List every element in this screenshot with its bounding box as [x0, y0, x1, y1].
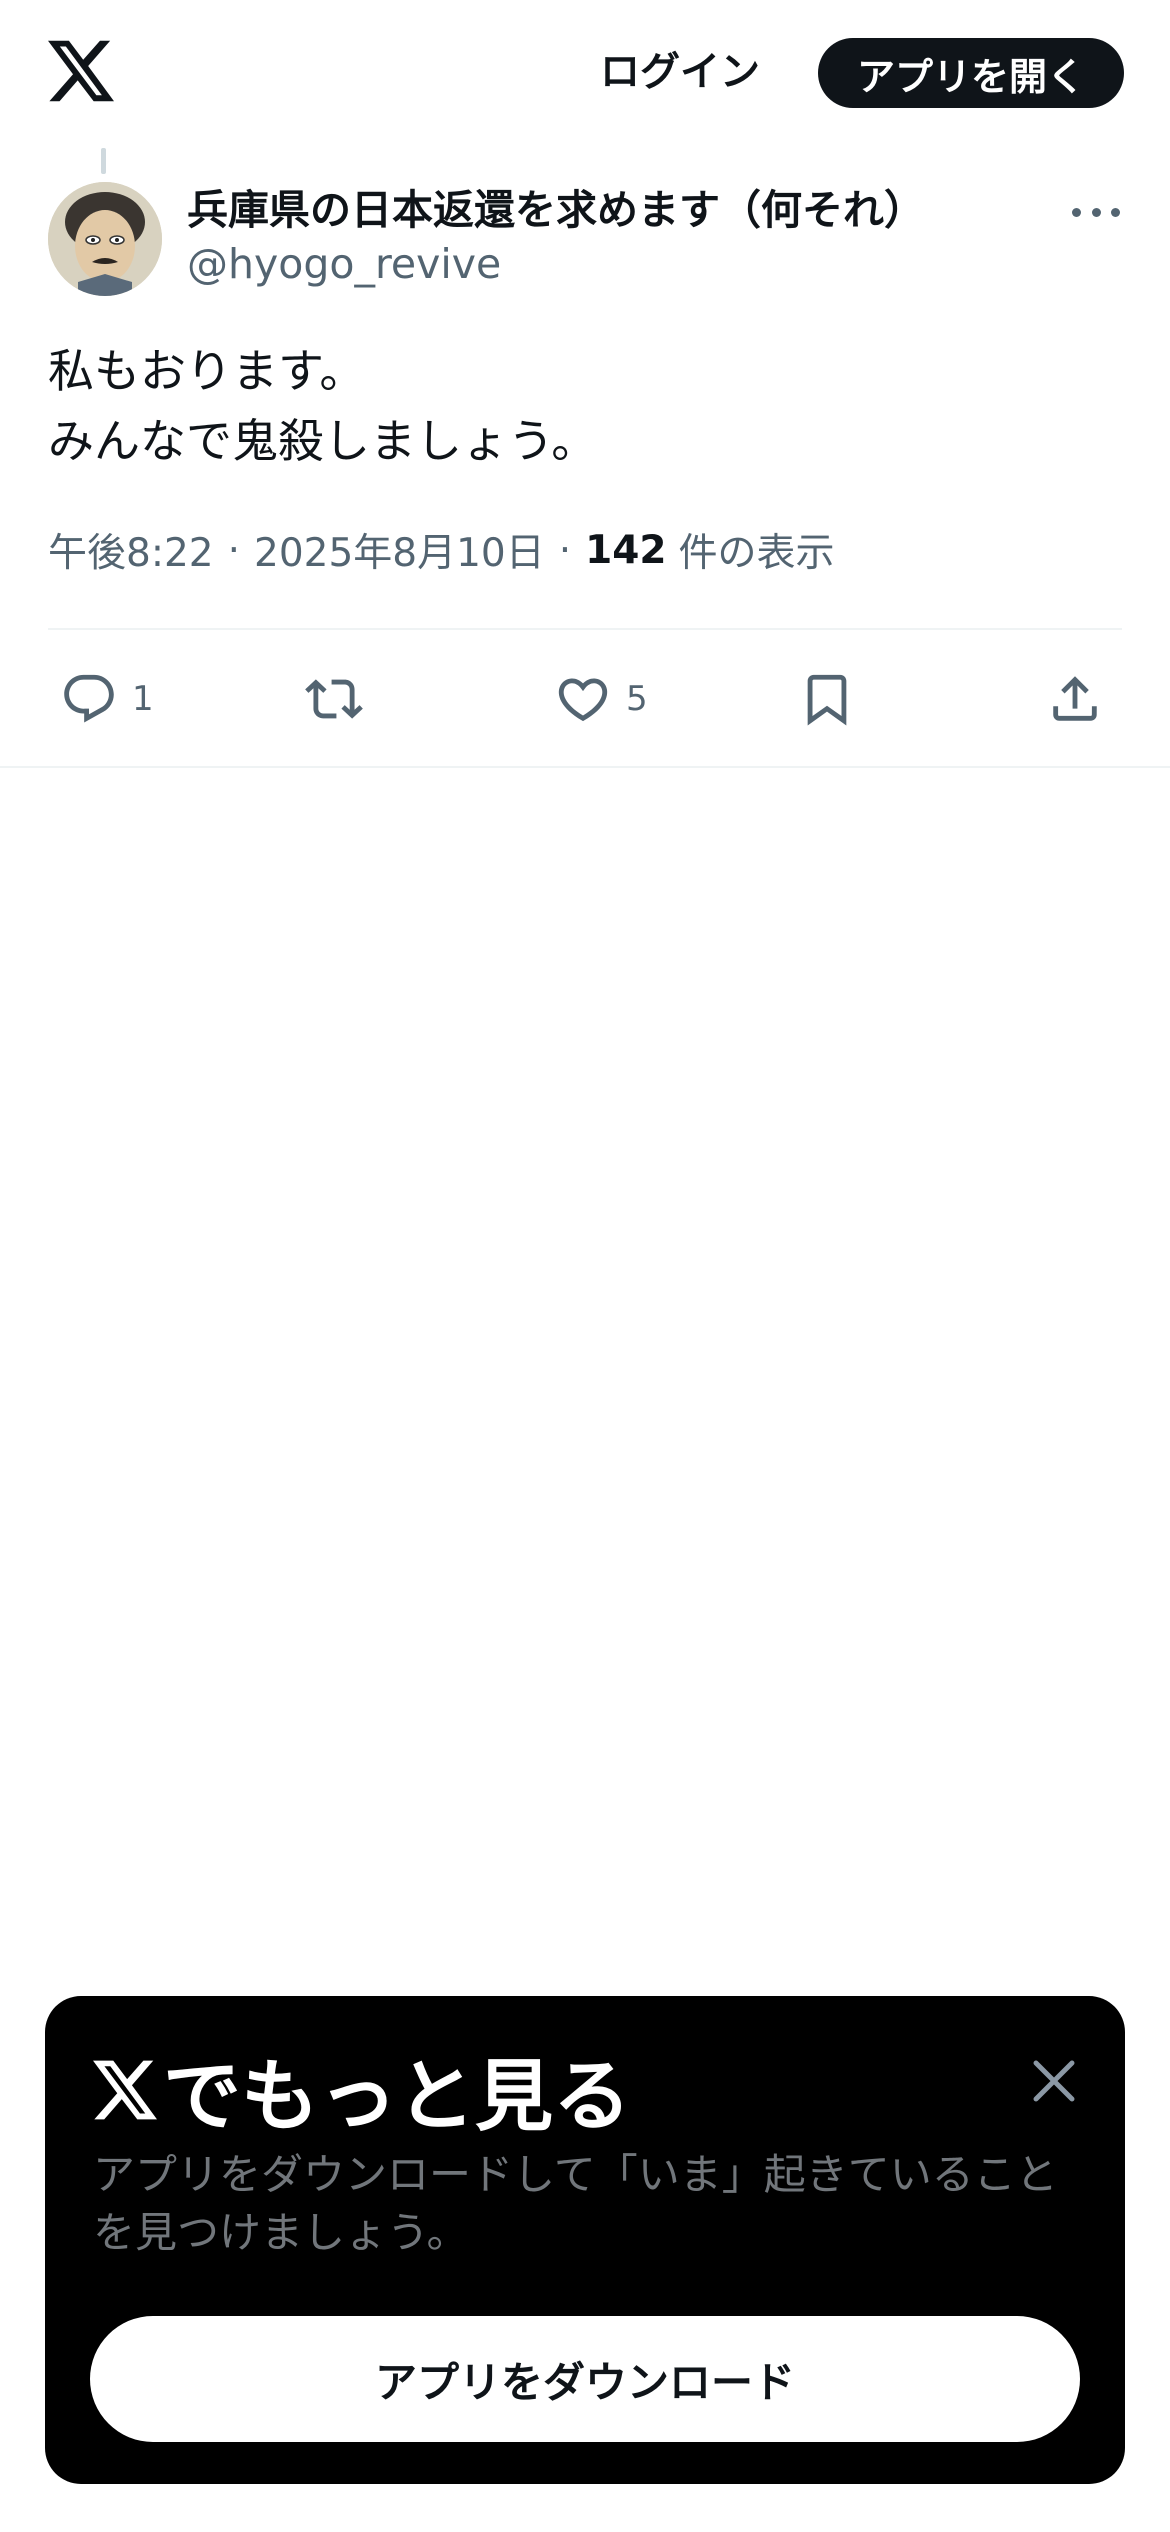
- page: ログイン アプリを開く 兵庫県の日本返還を求めます（何それ） @hyogo_re…: [0, 0, 1170, 2532]
- x-logo-icon: [93, 2060, 157, 2120]
- separator: ·: [227, 527, 240, 573]
- retweet-button[interactable]: [305, 664, 363, 734]
- download-app-button[interactable]: アプリをダウンロード: [90, 2316, 1080, 2442]
- retweet-icon: [305, 679, 363, 719]
- like-button[interactable]: 5: [554, 664, 648, 734]
- login-link[interactable]: ログイン: [580, 38, 780, 98]
- reply-button[interactable]: 1: [60, 664, 154, 734]
- tweet-date[interactable]: 2025年8月10日: [254, 522, 545, 578]
- share-button[interactable]: [1046, 664, 1104, 734]
- reply-count: 1: [132, 679, 154, 719]
- like-count: 5: [626, 679, 648, 719]
- share-icon: [1053, 676, 1097, 721]
- sheet-title: でもっと見る: [93, 2040, 631, 2142]
- divider: [48, 628, 1122, 630]
- more-options-icon[interactable]: [1066, 190, 1126, 234]
- sheet-description-line: アプリをダウンロードして「いま」起きていること: [93, 2150, 1058, 2199]
- top-bar: ログイン アプリを開く: [0, 0, 1170, 150]
- tweet-text-line: みんなで鬼殺しましょう。: [48, 414, 598, 468]
- bookmark-icon: [807, 674, 847, 726]
- avatar[interactable]: [48, 182, 162, 296]
- x-logo-icon[interactable]: [48, 40, 114, 102]
- bookmark-button[interactable]: [798, 664, 856, 734]
- heart-icon: [558, 678, 608, 722]
- sheet-description-line: を見つけましょう。: [93, 2208, 469, 2257]
- tweet-time[interactable]: 午後8:22: [48, 522, 214, 578]
- close-icon[interactable]: [1027, 2054, 1081, 2108]
- tweet-text: 私もおります。 みんなで鬼殺しましょう。: [48, 336, 597, 476]
- thread-line: [101, 148, 106, 174]
- dot: [1111, 207, 1120, 217]
- tweet-text-line: 私もおります。: [48, 344, 366, 398]
- open-app-button[interactable]: アプリを開く: [818, 38, 1124, 108]
- dot: [1072, 207, 1081, 217]
- avatar-illustration: [48, 182, 162, 296]
- divider: [0, 766, 1170, 768]
- sheet-title-text: でもっと見る: [163, 2052, 632, 2142]
- user-handle[interactable]: @hyogo_revive: [187, 240, 501, 288]
- separator: ·: [558, 527, 572, 573]
- views-label: 件の表示: [678, 531, 835, 576]
- sheet-description: アプリをダウンロードして「いま」起きていること を見つけましょう。: [93, 2146, 1093, 2262]
- views-count: 142: [585, 527, 667, 573]
- reply-icon: [64, 674, 114, 723]
- display-name[interactable]: 兵庫県の日本返還を求めます（何それ）: [187, 176, 925, 236]
- dot: [1091, 207, 1101, 217]
- tweet-meta: 午後8:22 · 2025年8月10日 · 142 件の表示: [48, 522, 835, 578]
- app-promo-sheet: でもっと見る アプリをダウンロードして「いま」起きていること を見つけましょう。…: [45, 1996, 1125, 2484]
